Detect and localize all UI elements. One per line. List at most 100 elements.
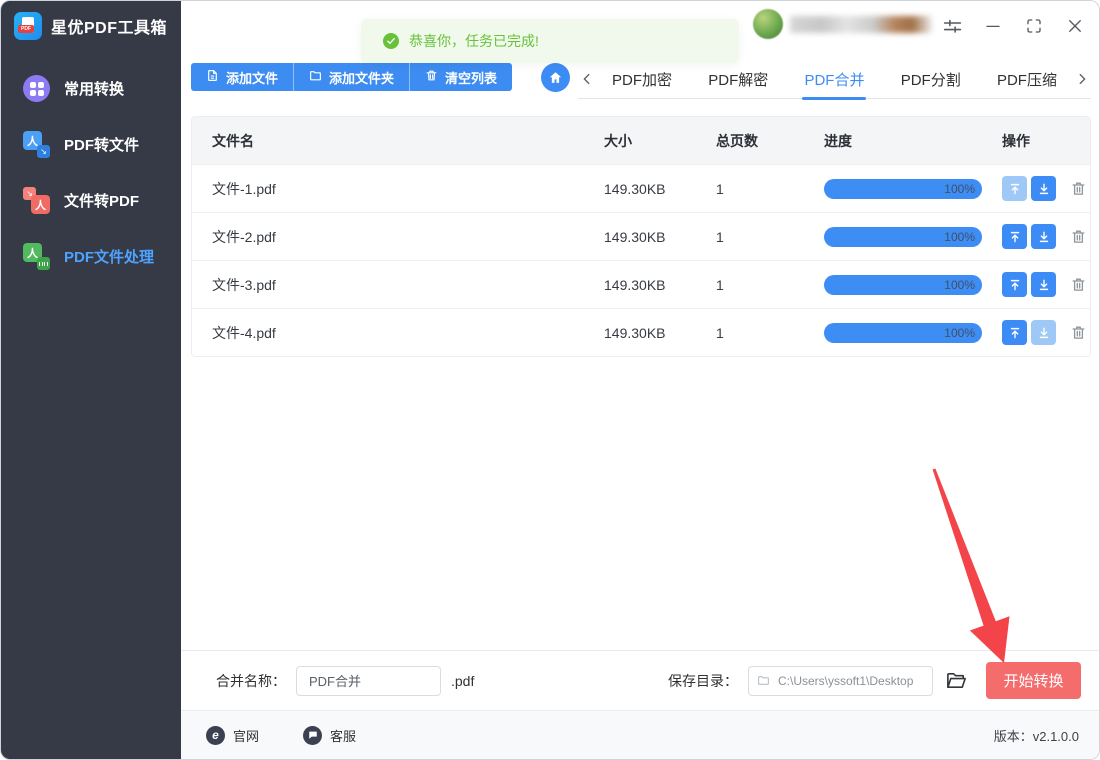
file-name: 文件-2.pdf [192,227,592,247]
column-header: 文件名 [192,131,592,151]
column-header: 大小 [592,131,704,151]
row-actions [990,320,1090,345]
main-panel: 恭喜你，任务已完成! 添加文件 添加文件夹 清空列表 PDF加密PDF解密PDF… [181,1,1100,759]
table-row: 文件-3.pdf 149.30KB 1 100% [192,260,1090,308]
sidebar-item-label: PDF转文件 [64,134,139,155]
column-header: 操作 [990,131,1090,151]
version-label: 版本：v2.1.0.0 [994,726,1079,745]
download-icon[interactable] [1031,272,1056,297]
progress-bar: 100% [824,323,982,343]
clear-list-button[interactable]: 清空列表 [409,63,512,91]
save-dir-label: 保存目录： [668,671,738,691]
file-size: 149.30KB [592,229,704,245]
table-header-row: 文件名大小总页数进度操作 [192,117,1090,164]
footer-link-support[interactable]: 客服 [303,726,356,745]
tab-list: PDF加密 PDF解密 PDF合并 PDF分割 PDF压缩 [596,60,1073,99]
page-count: 1 [704,229,812,245]
download-icon[interactable] [1031,320,1056,345]
progress-bar: 100% [824,275,982,295]
delete-row-icon[interactable] [1066,320,1090,345]
tab-pdf-decrypt[interactable]: PDF解密 [698,60,778,99]
sidebar-menu: 常用转换 人↘ PDF转文件 ↘人 文件转PDF 人 PDF文件处理 [1,60,181,284]
save-dir-input[interactable] [776,673,924,689]
folder-add-icon [309,69,322,85]
sidebar-item-pdf-to-file[interactable]: 人↘ PDF转文件 [1,116,181,172]
minimize-button[interactable] [982,15,1004,37]
settings-sliders-icon[interactable] [941,15,963,37]
row-actions [990,176,1090,201]
download-icon[interactable] [1031,176,1056,201]
progress-cell: 100% [812,227,990,247]
table-row: 文件-2.pdf 149.30KB 1 100% [192,212,1090,260]
app-window: PDF 星优PDF工具箱 常用转换 人↘ PDF转文件 ↘人 文件转PDF 人 … [0,0,1100,760]
save-dir-group: 保存目录： 开始转换 [668,662,1081,699]
sidebar-item-pdf-processing[interactable]: 人 PDF文件处理 [1,228,181,284]
progress-label: 100% [944,182,975,196]
chat-icon [303,726,322,745]
file-add-icon [206,69,219,85]
row-actions [990,272,1090,297]
merge-name-label: 合并名称： [216,671,286,691]
add-folder-button[interactable]: 添加文件夹 [293,63,409,91]
upload-icon[interactable] [1002,320,1027,345]
progress-cell: 100% [812,179,990,199]
table-row: 文件-4.pdf 149.30KB 1 100% [192,308,1090,356]
home-button[interactable] [541,63,570,92]
upload-icon[interactable] [1002,272,1027,297]
sidebar: PDF 星优PDF工具箱 常用转换 人↘ PDF转文件 ↘人 文件转PDF 人 … [1,1,181,759]
toast-message: 恭喜你，任务已完成! [409,31,539,51]
grid-icon [23,74,51,102]
file-table: 文件名大小总页数进度操作 文件-1.pdf 149.30KB 1 100% 文件… [191,116,1091,357]
start-convert-button[interactable]: 开始转换 [986,662,1081,699]
tabs-scroll-right-icon[interactable] [1073,72,1091,86]
app-logo-icon: PDF [14,12,42,40]
file-name: 文件-1.pdf [192,179,592,199]
delete-row-icon[interactable] [1066,272,1090,297]
pdf-processing-icon: 人 [23,242,51,270]
browse-folder-icon[interactable] [943,667,970,694]
tabs-scroll-left-icon[interactable] [578,72,596,86]
annotation-arrow [181,1,1100,760]
file-name: 文件-3.pdf [192,275,592,295]
success-check-icon [383,33,399,49]
merge-name-input[interactable] [296,666,441,696]
sidebar-item-label: PDF文件处理 [64,246,154,267]
progress-cell: 100% [812,323,990,343]
progress-label: 100% [944,326,975,340]
sidebar-item-label: 常用转换 [64,78,124,99]
tab-pdf-compress[interactable]: PDF压缩 [987,60,1067,99]
sidebar-item-common-convert[interactable]: 常用转换 [1,60,181,116]
progress-cell: 100% [812,275,990,295]
sidebar-item-file-to-pdf[interactable]: ↘人 文件转PDF [1,172,181,228]
tab-pdf-split[interactable]: PDF分割 [891,60,971,99]
user-avatar[interactable] [753,9,783,39]
maximize-button[interactable] [1023,15,1045,37]
footer-links: e 官网 客服 [206,726,356,745]
user-account[interactable] [753,9,932,39]
column-header: 总页数 [704,131,812,151]
trash-icon [425,69,438,85]
close-button[interactable] [1064,15,1086,37]
upload-icon[interactable] [1002,176,1027,201]
delete-row-icon[interactable] [1066,224,1090,249]
table-row: 文件-1.pdf 149.30KB 1 100% [192,164,1090,212]
upload-icon[interactable] [1002,224,1027,249]
footer-link-official-site[interactable]: e 官网 [206,726,259,745]
pdf-to-file-icon: 人↘ [23,130,51,158]
sidebar-item-label: 文件转PDF [64,190,139,211]
tab-pdf-merge[interactable]: PDF合并 [794,60,874,99]
download-icon[interactable] [1031,224,1056,249]
row-actions [990,224,1090,249]
small-folder-icon [757,674,770,687]
add-file-button[interactable]: 添加文件 [191,63,293,91]
extension-suffix: .pdf [451,673,474,689]
app-title: 星优PDF工具箱 [51,14,167,38]
footer: e 官网 客服 版本：v2.1.0.0 [181,710,1100,759]
success-toast: 恭喜你，任务已完成! [361,19,739,63]
progress-bar: 100% [824,179,982,199]
delete-row-icon[interactable] [1066,176,1090,201]
file-toolbar: 添加文件 添加文件夹 清空列表 [191,63,512,91]
tab-pdf-encrypt[interactable]: PDF加密 [602,60,682,99]
file-size: 149.30KB [592,181,704,197]
file-size: 149.30KB [592,325,704,341]
